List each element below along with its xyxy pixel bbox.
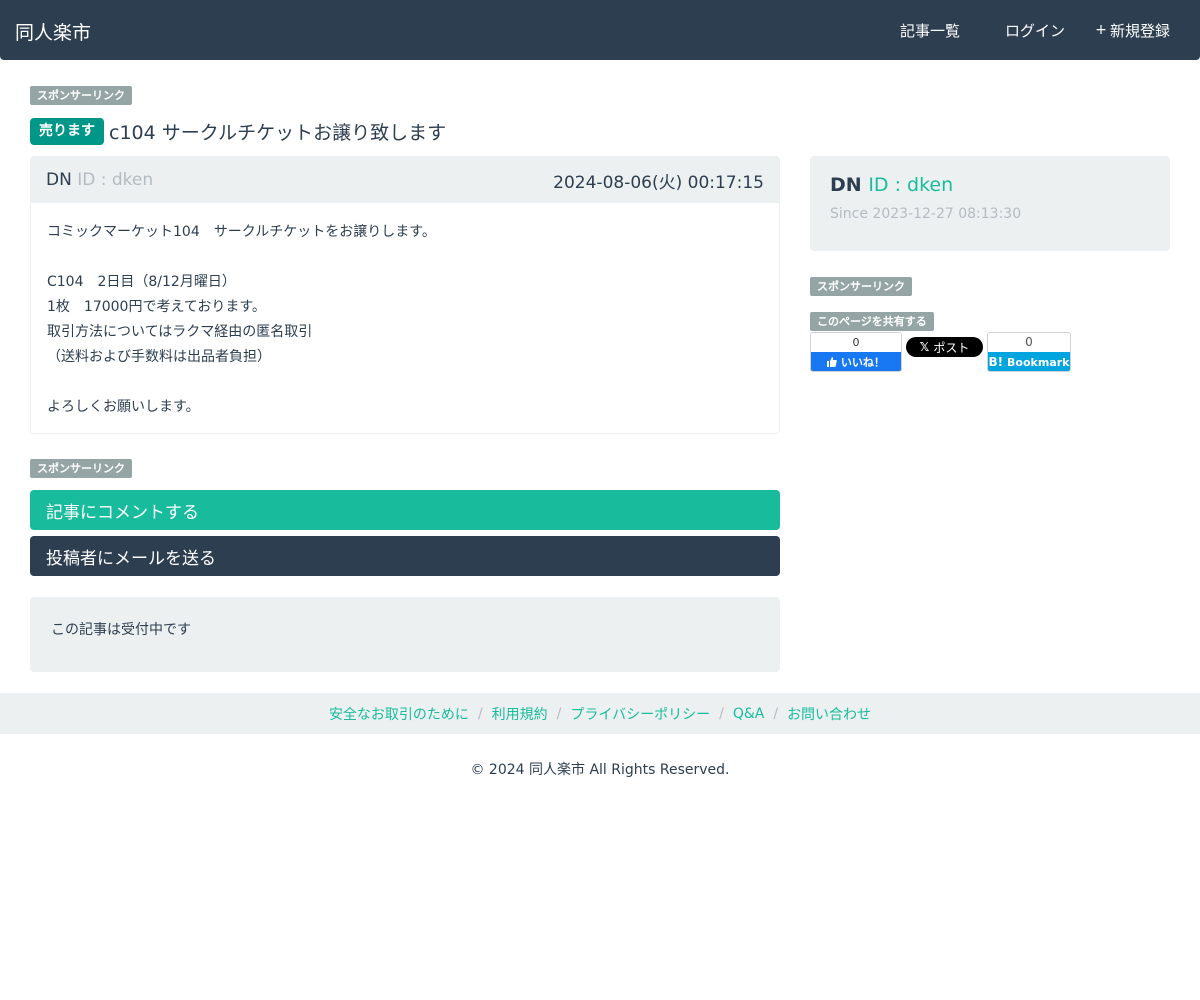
nav-article-list-label: 記事一覧: [899, 21, 960, 40]
article-panel: DN ID : dken 2024-08-06(火) 00:17:15 コミック…: [30, 156, 780, 434]
hatena-bookmark-text: Bookmark: [1007, 356, 1070, 369]
article-header: DN ID : dken 2024-08-06(火) 00:17:15: [31, 157, 779, 203]
mail-button[interactable]: 投稿者にメールを送る: [30, 536, 780, 576]
x-post-label: ポスト: [933, 340, 970, 355]
facebook-like-label: いいね！: [811, 352, 901, 371]
hatena-bookmark-label: B! Bookmark: [988, 352, 1070, 371]
plus-icon: +: [1095, 22, 1107, 38]
sell-badge: 売ります: [30, 118, 104, 145]
hatena-bookmark-count: 0: [1025, 335, 1033, 349]
article-date: 2024-08-06(火) 00:17:15: [553, 168, 764, 193]
body-line: コミックマーケット104 サークルチケットをお譲りします。: [47, 224, 436, 240]
footer-separator: /: [556, 705, 562, 722]
nav-login[interactable]: ログイン: [990, 20, 1065, 41]
footer-link-terms[interactable]: 利用規約: [492, 704, 548, 724]
share-label: このページを共有する: [810, 312, 934, 332]
footer-link-qa[interactable]: Q&A: [733, 706, 765, 722]
status-text: この記事は受付中です: [51, 622, 191, 638]
copyright: © 2024 同人楽市 All Rights Reserved.: [470, 762, 730, 778]
facebook-like-count: 0: [852, 336, 860, 349]
comment-button[interactable]: 記事にコメントする: [30, 490, 780, 530]
profile-since-text: Since 2023-12-27 08:13:30: [830, 206, 1022, 222]
hatena-bookmark-button[interactable]: 0 B! Bookmark: [987, 332, 1071, 372]
nav-login-label: ログイン: [1004, 21, 1065, 40]
body-line: 取引方法についてはラクマ経由の匿名取引: [47, 324, 313, 340]
footer-link-privacy[interactable]: プライバシーポリシー: [570, 704, 710, 724]
footer-separator: /: [719, 705, 724, 722]
article-body: コミックマーケット104 サークルチケットをお譲りします。 C104 2日目（8…: [31, 203, 779, 420]
author-id: ID : dken: [77, 170, 154, 190]
article-title: c104 サークルチケットお譲り致します: [109, 122, 447, 144]
profile-card: DN ID : dken Since 2023-12-27 08:13:30: [810, 156, 1170, 251]
sponsor-label-top: スポンサーリンク: [30, 86, 132, 106]
nav-links: 記事一覧 ログイン + 新規登録: [855, 0, 1170, 60]
thumbs-up-icon: [827, 356, 841, 369]
article-author: DN ID : dken: [46, 170, 153, 190]
hatena-b-icon: B!: [988, 355, 1004, 369]
status-well: この記事は受付中です: [30, 597, 780, 672]
footer-link-contact[interactable]: お問い合わせ: [787, 704, 871, 724]
x-logo-icon: 𝕏: [919, 340, 930, 354]
body-line: （送料および手数料は出品者負担）: [47, 349, 271, 365]
sponsor-label-middle: スポンサーリンク: [30, 459, 132, 479]
body-line: よろしくお願いします。: [47, 399, 200, 415]
footer-links: 安全なお取引のために / 利用規約 / プライバシーポリシー / Q&A / お…: [0, 693, 1200, 734]
profile-name: DN ID : dken: [830, 174, 1150, 196]
article-date-text: 2024-08-06(火) 00:17:15: [553, 172, 764, 193]
profile-username[interactable]: DN: [830, 174, 862, 196]
author-name: DN: [46, 170, 72, 190]
site-brand[interactable]: 同人楽市: [15, 18, 91, 45]
navbar: 同人楽市 記事一覧 ログイン + 新規登録: [0, 0, 1200, 60]
article-title-row: 売ります c104 サークルチケットお譲り致します: [30, 118, 446, 145]
nav-article-list[interactable]: 記事一覧: [885, 20, 960, 41]
nav-register-label: 新規登録: [1109, 21, 1170, 40]
x-post-button[interactable]: 𝕏 ポスト: [906, 337, 983, 357]
facebook-like-text: いいね！: [840, 356, 885, 369]
footer-separator: /: [773, 705, 779, 722]
footer-link-safety[interactable]: 安全なお取引のために: [329, 704, 469, 724]
sponsor-label-sidebar: スポンサーリンク: [810, 277, 912, 297]
nav-register[interactable]: + 新規登録: [1095, 20, 1170, 41]
body-line: 1枚 17000円で考えております。: [47, 299, 266, 315]
body-line-blank: [47, 245, 763, 270]
footer-separator: /: [477, 705, 483, 722]
facebook-like-button[interactable]: 0 いいね！: [810, 332, 902, 372]
body-line-blank: [47, 370, 763, 395]
profile-id: ID : dken: [868, 174, 954, 196]
profile-since: Since 2023-12-27 08:13:30: [830, 206, 1150, 222]
body-line: C104 2日目（8/12月曜日）: [47, 274, 236, 290]
